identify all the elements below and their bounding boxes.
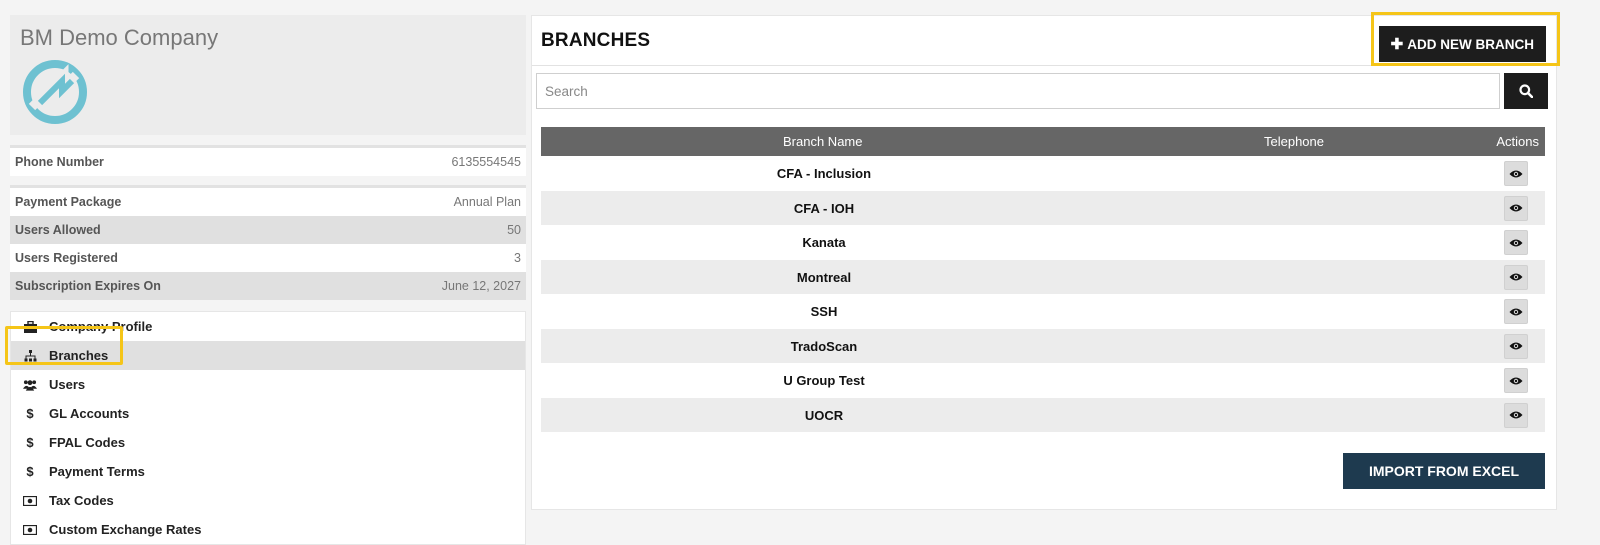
search-icon <box>1519 84 1533 98</box>
divider <box>10 176 526 188</box>
phone-info: Phone Number 6135554545 <box>10 145 526 176</box>
subscription-info: Payment Package Annual Plan Users Allowe… <box>10 188 526 300</box>
add-new-branch-label: ADD NEW BRANCH <box>1407 36 1534 52</box>
branch-name: U Group Test <box>783 373 865 388</box>
dollar-icon: $ <box>26 406 34 421</box>
column-header-branch-name[interactable]: Branch Name <box>783 134 862 149</box>
eye-icon <box>1509 411 1523 419</box>
company-logo-icon <box>23 60 87 124</box>
nav-item-custom-exchange-rates[interactable]: Custom Exchange Rates <box>11 515 525 544</box>
company-name: BM Demo Company <box>20 25 219 50</box>
table-row: SSH <box>541 294 1545 329</box>
search-bar <box>536 73 1548 109</box>
column-header-telephone[interactable]: Telephone <box>1264 134 1324 149</box>
nav-item-payment-terms[interactable]: $ Payment Terms <box>11 457 525 486</box>
view-button[interactable] <box>1504 299 1528 324</box>
nav-item-label: GL Accounts <box>49 406 130 421</box>
money-icon <box>23 523 37 537</box>
nav-item-tax-codes[interactable]: Tax Codes <box>11 486 525 515</box>
eye-icon <box>1509 239 1523 246</box>
branch-name: CFA - Inclusion <box>776 166 872 181</box>
import-from-excel-button[interactable]: IMPORT FROM EXCEL <box>1343 453 1545 489</box>
eye-icon <box>1509 273 1523 281</box>
search-button[interactable] <box>1504 73 1548 109</box>
eye-icon <box>1509 204 1523 212</box>
table-row: UOCR <box>541 397 1545 432</box>
view-button[interactable] <box>1504 161 1528 186</box>
nav-item-label: Custom Exchange Rates <box>49 522 202 537</box>
table-row: U Group Test <box>541 363 1545 398</box>
users-icon <box>23 378 37 392</box>
branch-name: Kanata <box>802 235 846 250</box>
search-input[interactable] <box>536 73 1500 109</box>
company-sidebar: BM Demo Company Phone Number 6135554545 … <box>10 15 526 545</box>
nav-item-label: Company Profile <box>49 319 153 334</box>
nav-item-label: Payment Terms <box>49 464 145 479</box>
branch-name: SSH <box>810 304 838 319</box>
view-button[interactable] <box>1504 195 1528 221</box>
settings-nav: Company Profile Branches Users $ GL Acco… <box>10 311 526 545</box>
view-button[interactable] <box>1504 333 1528 359</box>
add-new-branch-button[interactable]: ✚ ADD NEW BRANCH <box>1378 26 1546 62</box>
users-allowed-row: Users Allowed 50 <box>10 216 526 244</box>
branches-table: Branch Name Telephone Actions CFA - Incl… <box>541 127 1545 432</box>
users-allowed-label: Users Allowed <box>15 223 101 237</box>
view-button[interactable] <box>1504 368 1528 393</box>
column-header-actions: Actions <box>1496 134 1539 149</box>
phone-label: Phone Number <box>15 155 104 169</box>
nav-item-label: Branches <box>49 348 109 363</box>
table-header: Branch Name Telephone Actions <box>541 127 1545 156</box>
users-allowed-value: 50 <box>507 223 521 237</box>
branch-name: UOCR <box>804 407 844 423</box>
table-row: TradoScan <box>541 328 1545 363</box>
users-registered-row: Users Registered 3 <box>10 244 526 272</box>
dollar-icon: $ <box>26 435 34 450</box>
briefcase-icon <box>23 320 37 334</box>
nav-item-gl-accounts[interactable]: $ GL Accounts <box>11 399 525 428</box>
phone-row: Phone Number 6135554545 <box>10 148 526 176</box>
nav-item-label: Users <box>49 377 86 392</box>
nav-item-users[interactable]: Users <box>11 370 525 399</box>
view-button[interactable] <box>1504 402 1528 428</box>
view-button[interactable] <box>1504 264 1528 290</box>
expires-label: Subscription Expires On <box>15 279 161 293</box>
eye-icon <box>1509 342 1523 350</box>
nav-item-label: Tax Codes <box>49 493 114 508</box>
users-registered-label: Users Registered <box>15 251 118 265</box>
table-row: Montreal <box>541 259 1545 294</box>
table-row: CFA - Inclusion <box>541 156 1545 191</box>
dollar-icon: $ <box>26 464 34 479</box>
page-title: BRANCHES <box>541 29 651 51</box>
package-label: Payment Package <box>15 195 122 209</box>
expires-row: Subscription Expires On June 12, 2027 <box>10 272 526 300</box>
nav-item-branches[interactable]: Branches <box>11 341 525 370</box>
nav-item-label: FPAL Codes <box>49 435 126 450</box>
money-icon <box>23 494 37 508</box>
table-row: CFA - IOH <box>541 190 1545 225</box>
eye-icon <box>1509 377 1523 384</box>
eye-icon <box>1509 170 1523 177</box>
users-registered-value: 3 <box>514 251 521 265</box>
branch-name: Montreal <box>796 269 852 285</box>
expires-value: June 12, 2027 <box>441 279 521 293</box>
nav-item-company-profile[interactable]: Company Profile <box>11 312 525 341</box>
table-row: Kanata <box>541 225 1545 260</box>
nav-item-fpal-codes[interactable]: $ FPAL Codes <box>11 428 525 457</box>
branch-name: TradoScan <box>790 338 858 354</box>
package-row: Payment Package Annual Plan <box>10 188 526 216</box>
eye-icon <box>1509 308 1523 315</box>
package-value: Annual Plan <box>453 195 521 209</box>
branch-name: CFA - IOH <box>793 200 855 216</box>
branches-panel: BRANCHES ✚ ADD NEW BRANCH Branch Name Te… <box>531 12 1560 510</box>
view-button[interactable] <box>1504 230 1528 255</box>
company-header: BM Demo Company <box>10 15 526 135</box>
sitemap-icon <box>23 349 37 363</box>
plus-icon: ✚ <box>1390 36 1404 53</box>
phone-value: 6135554545 <box>451 155 521 169</box>
